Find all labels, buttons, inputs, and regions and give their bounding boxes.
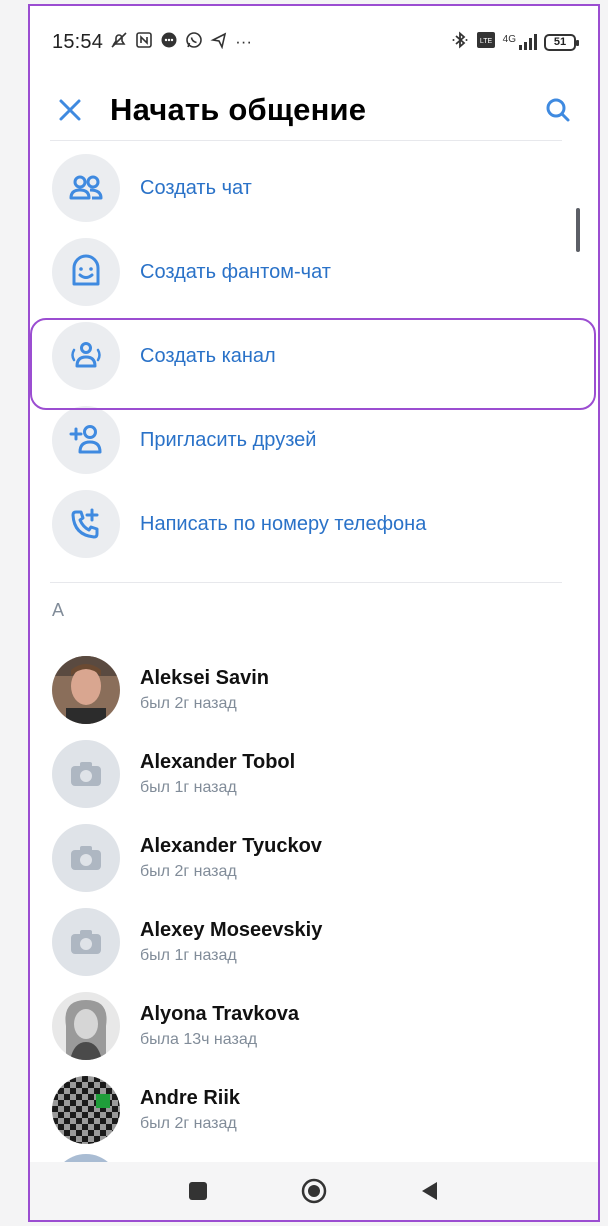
group-icon bbox=[69, 175, 103, 200]
contact-status: был 1г назад bbox=[140, 947, 237, 964]
contact-name: Alexey Moseevskiy bbox=[140, 919, 323, 941]
contact-text: Alyona Travkova была 13ч назад bbox=[140, 1001, 299, 1051]
create-channel-label: Создать канал bbox=[140, 344, 276, 367]
avatar bbox=[52, 1076, 120, 1144]
volte-icon: LTE bbox=[476, 31, 496, 54]
bluetooth-icon bbox=[451, 31, 469, 54]
close-icon bbox=[59, 99, 81, 121]
contact-name: Alyona Travkova bbox=[140, 1003, 299, 1025]
back-triangle-icon bbox=[422, 1182, 437, 1200]
header: Начать общение bbox=[30, 78, 598, 142]
contact-item[interactable]: Alexander Tobol был 1г назад bbox=[30, 732, 598, 816]
create-phantom-chat-label: Создать фантом-чат bbox=[140, 260, 331, 283]
create-chat-item[interactable]: Создать чат bbox=[30, 146, 598, 230]
nfc-icon bbox=[135, 31, 153, 54]
contact-text: Alexander Tyuckov был 2г назад bbox=[140, 833, 322, 883]
contact-text: Alexey Moseevskiy был 1г назад bbox=[140, 917, 322, 967]
contact-list: Aleksei Savin был 2г назад Alexander Tob… bbox=[30, 648, 598, 1152]
status-bar: 15:54 ··· LTE 4G 51 bbox=[30, 6, 598, 78]
location-arrow-icon bbox=[210, 31, 228, 54]
phone-add-icon bbox=[71, 508, 99, 539]
create-phantom-chat-item[interactable]: Создать фантом-чат bbox=[30, 230, 598, 314]
channel-icon bbox=[71, 342, 101, 368]
phone-screen: 15:54 ··· LTE 4G 51 Начать общение Созда… bbox=[28, 4, 600, 1222]
whatsapp-icon bbox=[185, 31, 203, 54]
header-divider bbox=[50, 140, 562, 141]
avatar bbox=[52, 740, 120, 808]
svg-text:LTE: LTE bbox=[479, 38, 492, 45]
contact-name: Alexander Tobol bbox=[140, 751, 296, 773]
contact-status: была 13ч назад bbox=[140, 1031, 258, 1048]
action-icon-circle bbox=[52, 322, 120, 390]
camera-icon bbox=[71, 846, 101, 870]
search-icon bbox=[546, 98, 570, 122]
add-user-icon bbox=[69, 425, 102, 454]
battery-indicator: 51 bbox=[544, 33, 579, 51]
action-list: Создать чат Создать фантом-чат Создать к… bbox=[30, 146, 598, 566]
contact-item[interactable]: Alexey Moseevskiy был 1г назад bbox=[30, 900, 598, 984]
avatar bbox=[52, 908, 120, 976]
back-button[interactable] bbox=[410, 1171, 450, 1211]
signal-icon: 4G bbox=[503, 34, 537, 50]
search-button[interactable] bbox=[540, 92, 576, 128]
person-photo-icon bbox=[52, 992, 120, 1060]
action-icon-circle bbox=[52, 406, 120, 474]
section-letter: А bbox=[52, 600, 65, 620]
contact-item[interactable]: Alyona Travkova была 13ч назад bbox=[30, 984, 598, 1068]
action-icon-circle bbox=[52, 490, 120, 558]
avatar bbox=[52, 824, 120, 892]
scrollbar[interactable] bbox=[576, 208, 580, 252]
action-icon-circle bbox=[52, 238, 120, 306]
close-button[interactable] bbox=[52, 92, 88, 128]
battery-level: 51 bbox=[553, 36, 567, 48]
recents-button[interactable] bbox=[178, 1171, 218, 1211]
contact-status: был 1г назад bbox=[140, 779, 237, 796]
contact-item[interactable]: Andre Riik был 2г назад bbox=[30, 1068, 598, 1152]
write-by-phone-item[interactable]: Написать по номеру телефона bbox=[30, 482, 598, 566]
home-button[interactable] bbox=[294, 1171, 334, 1211]
status-time: 15:54 bbox=[52, 30, 104, 53]
invite-friends-label: Пригласить друзей bbox=[140, 428, 317, 451]
status-left: 15:54 ··· bbox=[52, 31, 252, 54]
muted-notification-icon bbox=[110, 31, 128, 54]
contact-text: Aleksei Savin был 2г назад bbox=[140, 665, 269, 715]
page-title: Начать общение bbox=[110, 92, 367, 127]
status-right: LTE 4G 51 bbox=[451, 31, 579, 54]
checkered-pattern-icon bbox=[52, 1076, 120, 1144]
more-notifications-icon: ··· bbox=[235, 32, 253, 51]
avatar bbox=[52, 992, 120, 1060]
contact-name: Alexander Tyuckov bbox=[140, 835, 322, 857]
messenger-app-icon bbox=[160, 31, 178, 54]
invite-friends-item[interactable]: Пригласить друзей bbox=[30, 398, 598, 482]
network-type-label: 4G bbox=[502, 34, 516, 45]
create-chat-label: Создать чат bbox=[140, 176, 252, 199]
contact-name: Andre Riik bbox=[140, 1087, 241, 1109]
phantom-face-icon bbox=[72, 254, 100, 286]
camera-icon bbox=[71, 762, 101, 786]
contact-text: Andre Riik был 2г назад bbox=[140, 1085, 240, 1135]
create-channel-item[interactable]: Создать канал bbox=[30, 314, 598, 398]
contact-status: был 2г назад bbox=[140, 863, 237, 880]
action-icon-circle bbox=[52, 154, 120, 222]
avatar bbox=[52, 656, 120, 724]
contact-text: Alexander Tobol был 1г назад bbox=[140, 749, 295, 799]
person-photo-icon bbox=[52, 656, 120, 724]
contact-status: был 2г назад bbox=[140, 1115, 237, 1132]
camera-icon bbox=[71, 930, 101, 954]
write-by-phone-label: Написать по номеру телефона bbox=[140, 512, 427, 535]
contact-item[interactable]: Alexander Tyuckov был 2г назад bbox=[30, 816, 598, 900]
contact-name: Aleksei Savin bbox=[140, 667, 269, 689]
system-nav-bar bbox=[30, 1162, 598, 1220]
contact-item[interactable]: Aleksei Savin был 2г назад bbox=[30, 648, 598, 732]
home-circle-icon bbox=[301, 1178, 327, 1204]
section-divider bbox=[50, 582, 562, 583]
contact-status: был 2г назад bbox=[140, 695, 237, 712]
square-icon bbox=[189, 1182, 207, 1200]
